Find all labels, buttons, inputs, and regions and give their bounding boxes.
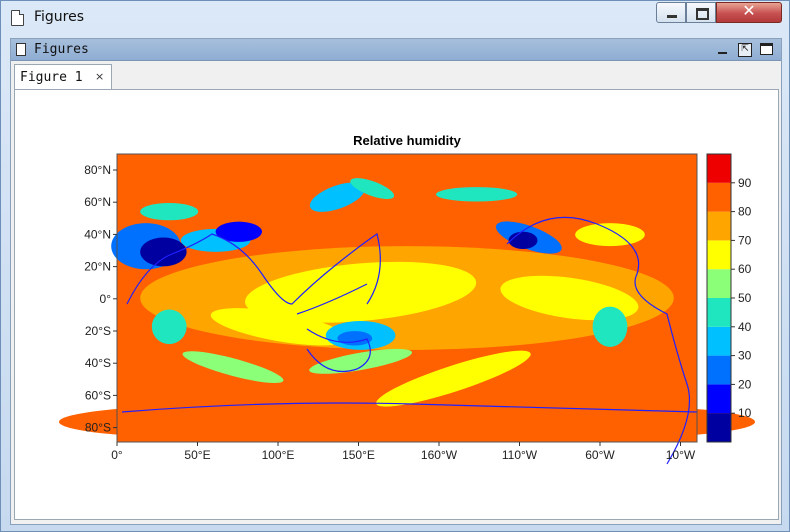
window-title: Figures [34,9,85,25]
panel-maximize-icon[interactable] [760,43,773,55]
colorbar-label: 60 [738,262,752,276]
x-tick-label: 160°W [421,448,458,462]
panel-header: Figures ⇱ [11,39,781,61]
y-tick-label: 80°N [84,163,111,177]
colorbar-segment [707,355,731,385]
panel-document-icon [16,43,26,56]
colorbar-label: 20 [738,377,752,391]
colorbar-label: 90 [738,176,752,190]
y-tick-label: 60°N [84,195,111,209]
colorbar-segment [707,154,731,183]
y-tick-label: 60°S [85,388,111,402]
close-icon: ✕ [742,1,756,20]
colorbar-segment [707,211,731,241]
humidity-region [508,231,538,250]
panel-title: Figures [34,42,89,57]
panel-minimize-icon[interactable] [718,52,727,54]
humidity-region [337,331,373,346]
colorbar-segment [707,269,731,298]
x-tick-label: 0° [111,448,123,462]
colorbar-segment [707,240,731,270]
close-button[interactable]: ✕ [716,1,782,23]
humidity-region [140,202,199,221]
humidity-chart: Relative humidity 80°N 60°N 40°N 20°N 0° 20°S 4… [59,133,755,465]
colorbar-segment [707,413,731,442]
x-tick-label: 100°E [262,448,295,462]
figures-panel: Figures ⇱ Figure 1 × Relative humidity 80… [10,38,782,525]
minimize-icon [667,15,677,18]
tab-figure-1[interactable]: Figure 1 × [14,64,112,90]
y-tick-label: 40°N [84,227,111,241]
x-tick-label: 10°W [666,448,696,462]
y-tick-label: 20°S [85,324,111,338]
figure-canvas: Relative humidity 80°N 60°N 40°N 20°N 0° 20°S 4… [14,89,779,520]
x-tick-label: 60°W [585,448,615,462]
humidity-region [59,404,407,440]
humidity-region [407,404,755,440]
minimize-button[interactable] [656,2,686,23]
tab-close-icon[interactable]: × [95,70,104,83]
colorbar-label: 10 [738,406,752,420]
panel-undock-icon[interactable]: ⇱ [738,43,752,57]
x-tick-label: 150°E [342,448,375,462]
colorbar-segment [707,326,731,356]
maximize-icon [696,8,709,20]
colorbar-label: 40 [738,320,752,334]
colorbar-label: 30 [738,349,752,363]
colorbar-segment [707,182,731,212]
document-icon [11,10,24,26]
humidity-region [151,309,187,345]
humidity-region [575,223,645,247]
chart-title: Relative humidity [353,133,461,148]
colorbar-label: 80 [738,205,752,219]
y-tick-label: 0° [100,292,112,306]
y-tick-label: 80°S [85,421,111,435]
humidity-region [575,162,645,192]
figures-window: Figures ✕ Figures ⇱ Figure 1 × Relative … [0,0,790,532]
x-tick-label: 50°E [184,448,210,462]
y-tick-label: 20°N [84,260,111,274]
colorbar-label: 70 [738,233,752,247]
colorbar-label: 50 [738,291,752,305]
colorbar-segment [707,298,731,327]
humidity-region [592,306,628,347]
colorbar-segment [707,384,731,414]
x-tick-label: 110°W [502,448,538,462]
humidity-region [436,187,518,202]
humidity-region [140,237,187,267]
tab-label: Figure 1 [20,70,83,85]
maximize-button[interactable] [686,2,716,23]
y-tick-label: 40°S [85,356,111,370]
window-titlebar[interactable]: Figures ✕ [1,1,789,35]
